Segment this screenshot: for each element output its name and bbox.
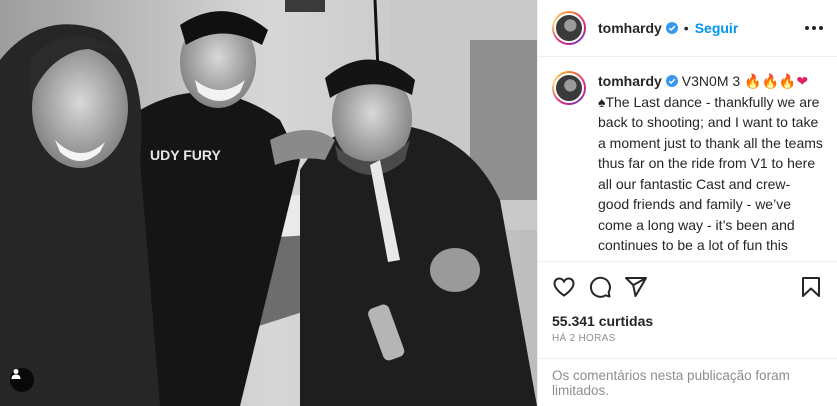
follow-button[interactable]: Seguir bbox=[695, 20, 739, 36]
likes-count[interactable]: 55.341 curtidas bbox=[538, 311, 837, 329]
user-icon bbox=[11, 369, 21, 379]
shirt-print: UDY FURY bbox=[150, 147, 221, 163]
caption-title: V3N0M 3 bbox=[681, 73, 741, 89]
caption-avatar[interactable] bbox=[552, 71, 586, 105]
bookmark-icon[interactable] bbox=[799, 275, 823, 299]
fire-emoji: 🔥 bbox=[761, 73, 779, 89]
fire-emoji: 🔥 bbox=[744, 73, 762, 89]
post-timestamp[interactable]: HÁ 2 HORAS bbox=[538, 329, 837, 344]
verified-badge-icon bbox=[665, 22, 678, 34]
heart-emoji: ❤ bbox=[796, 73, 809, 89]
caption-body: ♠The Last dance - thankfully we are back… bbox=[598, 93, 823, 262]
post-photo[interactable]: UDY FURY bbox=[0, 0, 537, 406]
comments-limited-notice: Os comentários nesta publicação foram li… bbox=[538, 358, 837, 406]
heart-icon[interactable] bbox=[552, 275, 576, 299]
header-username[interactable]: tomhardy bbox=[598, 20, 662, 36]
instagram-post: UDY FURY tomhardy • Seguir tomhardy V3N0… bbox=[0, 0, 837, 406]
post-header: tomhardy • Seguir bbox=[538, 0, 837, 57]
post-side-panel: tomhardy • Seguir tomhardy V3N0M 3 🔥🔥🔥❤ ♠… bbox=[537, 0, 837, 406]
action-bar bbox=[538, 261, 837, 311]
avatar[interactable] bbox=[552, 11, 586, 45]
post-photo-image: UDY FURY bbox=[0, 0, 537, 406]
verified-badge-icon bbox=[665, 75, 678, 87]
caption-username[interactable]: tomhardy bbox=[598, 73, 662, 89]
separator-dot: • bbox=[683, 20, 689, 36]
share-icon[interactable] bbox=[624, 275, 648, 299]
fire-emoji: 🔥 bbox=[778, 73, 797, 89]
comment-icon[interactable] bbox=[588, 275, 612, 299]
user-tag-button[interactable] bbox=[10, 368, 34, 392]
caption-area: tomhardy V3N0M 3 🔥🔥🔥❤ ♠The Last dance - t… bbox=[538, 57, 837, 261]
more-options-icon[interactable] bbox=[805, 26, 823, 30]
caption-text: tomhardy V3N0M 3 🔥🔥🔥❤ ♠The Last dance - t… bbox=[598, 71, 823, 261]
